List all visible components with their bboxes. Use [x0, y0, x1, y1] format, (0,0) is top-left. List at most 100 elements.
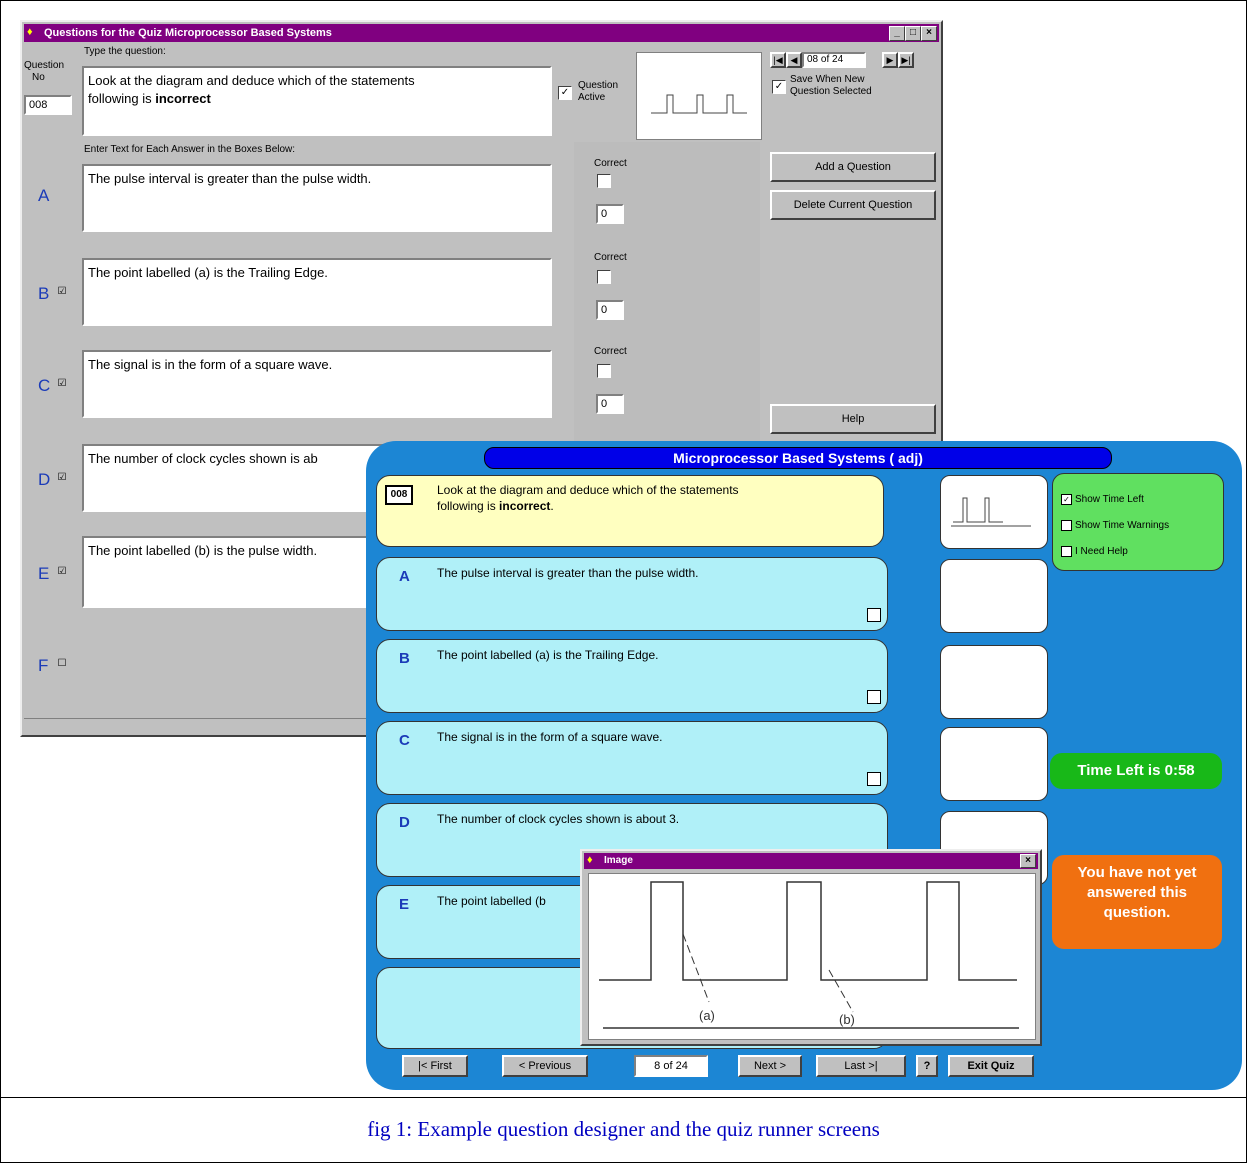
options-panel: ✓ Show Time Left Show Time Warnings I Ne…	[1052, 473, 1224, 571]
previous-button[interactable]: < Previous	[502, 1055, 588, 1077]
position-display: 8 of 24	[634, 1055, 708, 1077]
buttons-panel	[762, 140, 940, 440]
show-time-warnings-checkbox[interactable]	[1061, 520, 1072, 531]
maximize-icon[interactable]: □	[905, 26, 921, 41]
need-help-option[interactable]: I Need Help	[1061, 546, 1128, 557]
question-bubble: 008 Look at the diagram and deduce which…	[376, 475, 884, 547]
question-no-label-2: No	[32, 72, 45, 83]
answer-e-letter: E	[399, 896, 410, 913]
answer-b-bubble[interactable]: B The point labelled (a) is the Trailing…	[376, 639, 888, 713]
answer-d-text: The number of clock cycles shown is abou…	[437, 812, 680, 826]
runner-title: Microprocessor Based Systems ( adj)	[484, 447, 1112, 469]
show-time-warnings-option[interactable]: Show Time Warnings	[1061, 520, 1169, 531]
answer-b-image[interactable]	[940, 645, 1048, 719]
waveform-thumbnail-icon	[651, 94, 747, 114]
question-image-thumbnail[interactable]	[636, 52, 762, 140]
question-text: Look at the diagram and deduce which of …	[437, 483, 739, 513]
save-when-new-checkbox[interactable]: ✓	[772, 80, 786, 94]
image-popup-titlebar[interactable]: ♦ Image ×	[584, 853, 1038, 869]
question-active-label-2: Active	[578, 92, 606, 103]
first-button[interactable]: |< First	[402, 1055, 468, 1077]
correct-c-checkbox[interactable]	[597, 364, 611, 378]
runner-navbar: |< First < Previous 8 of 24 Next > Last …	[402, 1055, 1042, 1079]
app-icon: ♦	[27, 26, 33, 38]
answer-c-text: The signal is in the form of a square wa…	[437, 730, 663, 744]
save-when-new-label: Save When New	[790, 74, 865, 85]
question-active-checkbox[interactable]: ✓	[558, 86, 572, 100]
add-question-button[interactable]: Add a Question	[770, 152, 936, 182]
answer-f-enabled-checkbox[interactable]: ☐	[56, 658, 68, 670]
show-time-left-option[interactable]: ✓ Show Time Left	[1061, 494, 1144, 505]
label-b: (b)	[839, 1012, 855, 1027]
record-position: 08 of 24	[802, 52, 866, 68]
close-icon[interactable]: ×	[1020, 854, 1036, 868]
save-when-new-label-2: Question Selected	[790, 86, 872, 97]
answer-b-text: The point labelled (a) is the Trailing E…	[437, 648, 659, 662]
square-wave-diagram: (a) (b)	[599, 881, 1019, 1029]
question-number-badge: 008	[385, 485, 413, 505]
score-c-field[interactable]: 0	[596, 394, 624, 414]
answer-a-image[interactable]	[940, 559, 1048, 633]
minimize-icon[interactable]: _	[889, 26, 905, 41]
answer-c-text-field[interactable]: The signal is in the form of a square wa…	[82, 350, 552, 418]
answer-letter-f: F	[38, 656, 49, 675]
figure-caption: fig 1: Example question designer and the…	[367, 1117, 880, 1141]
answer-e-enabled-checkbox[interactable]: ☑	[56, 566, 68, 578]
answer-a-text-field[interactable]: The pulse interval is greater than the p…	[82, 164, 552, 232]
type-question-label: Type the question:	[84, 46, 166, 57]
answer-c-checkbox[interactable]	[867, 772, 881, 786]
next-record-icon[interactable]: ▶	[882, 52, 898, 68]
answer-e-text: The point labelled (b	[437, 894, 546, 908]
waveform-image: (a) (b)	[588, 873, 1036, 1040]
answer-c-bubble[interactable]: C The signal is in the form of a square …	[376, 721, 888, 795]
answer-d-letter: D	[399, 814, 410, 831]
help-question-button[interactable]: ?	[916, 1055, 938, 1077]
image-popup-title: Image	[604, 855, 633, 866]
question-no-label: Question	[24, 60, 65, 71]
answer-a-bubble[interactable]: A The pulse interval is greater than the…	[376, 557, 888, 631]
answer-b-enabled-checkbox[interactable]: ☑	[56, 286, 68, 298]
answer-a-checkbox[interactable]	[867, 608, 881, 622]
answer-letter-a: A	[38, 186, 50, 205]
last-record-icon[interactable]: ▶|	[898, 52, 914, 68]
next-button[interactable]: Next >	[738, 1055, 802, 1077]
need-help-checkbox[interactable]	[1061, 546, 1072, 557]
designer-title: Questions for the Quiz Microprocessor Ba…	[44, 27, 332, 39]
question-active-label: Question	[578, 80, 619, 91]
app-icon: ♦	[587, 854, 593, 866]
answer-a-text: The pulse interval is greater than the p…	[437, 566, 699, 580]
record-navigator: |◀ ◀ 08 of 24 ▶ ▶|	[770, 52, 930, 68]
score-b-field[interactable]: 0	[596, 300, 624, 320]
answer-b-text-field[interactable]: The point labelled (a) is the Trailing E…	[82, 258, 552, 326]
time-left-display: Time Left is 0:58	[1050, 753, 1222, 789]
answer-c-enabled-checkbox[interactable]: ☑	[56, 378, 68, 390]
answer-c-image[interactable]	[940, 727, 1048, 801]
correct-label-b: Correct	[594, 252, 627, 263]
answer-letter-d: D	[38, 470, 51, 489]
correct-b-checkbox[interactable]	[597, 270, 611, 284]
prev-record-icon[interactable]: ◀	[786, 52, 802, 68]
correct-a-checkbox[interactable]	[597, 174, 611, 188]
exit-quiz-button[interactable]: Exit Quiz	[948, 1055, 1034, 1077]
last-button[interactable]: Last >|	[816, 1055, 906, 1077]
question-no-field[interactable]: 008	[24, 95, 72, 115]
question-text-field[interactable]: Look at the diagram and deduce which of …	[82, 66, 552, 136]
delete-question-button[interactable]: Delete Current Question	[770, 190, 936, 220]
answer-a-letter: A	[399, 568, 410, 585]
not-answered-warning: You have not yet answered this question.	[1052, 855, 1222, 949]
designer-titlebar[interactable]: ♦ Questions for the Quiz Microprocessor …	[24, 24, 939, 42]
score-a-field[interactable]: 0	[596, 204, 624, 224]
answer-d-enabled-checkbox[interactable]: ☑	[56, 472, 68, 484]
answer-letter-e: E	[38, 564, 50, 583]
close-icon[interactable]: ×	[921, 26, 937, 41]
label-a: (a)	[699, 1008, 715, 1023]
correct-label-c: Correct	[594, 346, 627, 357]
show-time-left-checkbox[interactable]: ✓	[1061, 494, 1072, 505]
waveform-thumbnail-icon	[951, 497, 1031, 527]
question-image-button[interactable]	[940, 475, 1048, 549]
answer-b-checkbox[interactable]	[867, 690, 881, 704]
answers-label: Enter Text for Each Answer in the Boxes …	[84, 144, 296, 155]
help-button[interactable]: Help	[770, 404, 936, 434]
first-record-icon[interactable]: |◀	[770, 52, 786, 68]
answer-c-letter: C	[399, 732, 410, 749]
